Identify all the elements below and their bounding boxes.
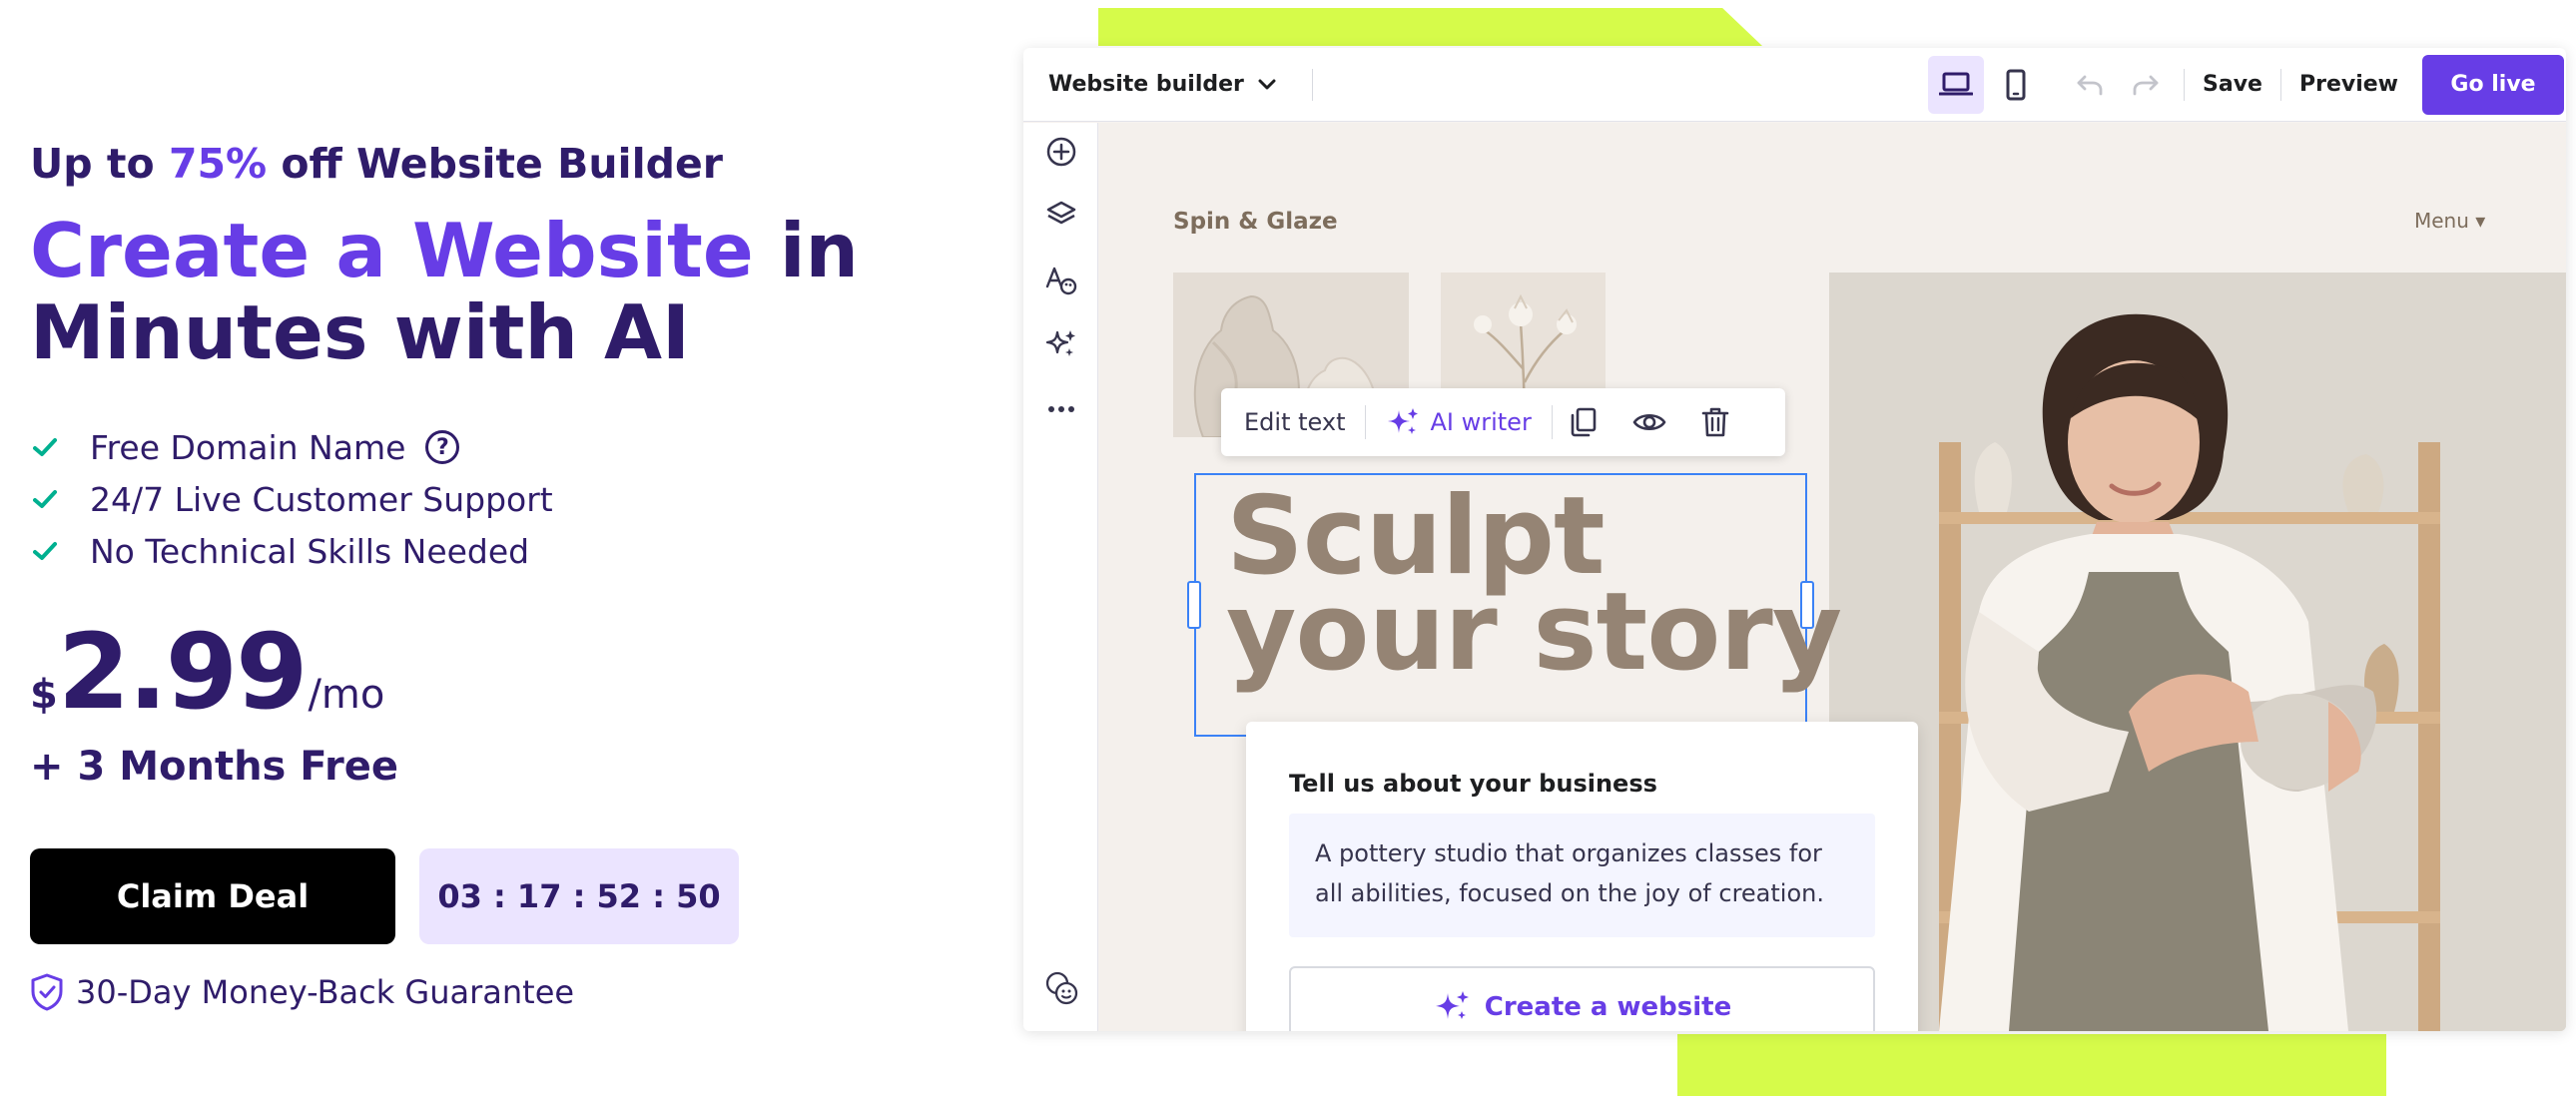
preview-button[interactable]: Preview	[2281, 72, 2416, 97]
selected-heading-block[interactable]: Sculpt your story	[1187, 473, 1842, 737]
redo-icon	[2133, 75, 2159, 95]
editor-topbar: Website builder Save Preview Go live	[1023, 48, 2566, 122]
price-currency: $	[30, 672, 58, 718]
save-button[interactable]: Save	[2185, 72, 2280, 97]
create-website-label: Create a website	[1484, 992, 1732, 1022]
desktop-view-button[interactable]	[1928, 55, 1985, 114]
money-back-guarantee: 30-Day Money-Back Guarantee	[30, 973, 574, 1011]
help-icon[interactable]: ?	[425, 430, 460, 464]
toolbar-divider	[1365, 405, 1367, 439]
price-amount: 2.99	[57, 611, 309, 733]
edit-text-button[interactable]: Edit text	[1244, 408, 1345, 436]
potter-photo[interactable]	[1829, 273, 2566, 1031]
more-options-button[interactable]	[1042, 390, 1080, 428]
layers-icon	[1046, 201, 1076, 225]
check-icon	[30, 432, 60, 462]
headline-part-2: Minutes with AI	[30, 288, 690, 376]
feature-item: Free Domain Name ?	[30, 421, 553, 473]
mobile-view-button[interactable]	[1988, 56, 2044, 114]
promo-section: Up to 75% off Website Builder Create a W…	[30, 0, 929, 1096]
eyebrow-prefix: Up to	[30, 140, 169, 188]
laptop-icon	[1939, 72, 1974, 95]
add-element-button[interactable]	[1042, 133, 1080, 171]
add-icon	[1046, 137, 1076, 167]
undo-icon	[2077, 75, 2103, 95]
check-icon	[30, 484, 60, 514]
visibility-button[interactable]	[1626, 399, 1672, 445]
go-live-button[interactable]: Go live	[2422, 54, 2564, 115]
headline-part-1: in	[753, 207, 859, 294]
editor-sidebar	[1023, 123, 1098, 1031]
hero-heading[interactable]: Sculpt your story	[1226, 483, 1842, 695]
bonus-offer: + 3 Months Free	[30, 744, 399, 790]
check-icon	[30, 536, 60, 566]
hero-heading-line-2: your story	[1226, 570, 1842, 695]
toolbar-divider	[1311, 68, 1313, 101]
feature-label: No Technical Skills Needed	[90, 531, 530, 571]
sparkle-icon	[1435, 991, 1469, 1019]
shield-check-icon	[31, 973, 63, 1011]
guarantee-label: 30-Day Money-Back Guarantee	[76, 973, 575, 1011]
text-edit-toolbar: Edit text AI writer	[1221, 388, 1785, 456]
potter-illustration	[1829, 273, 2566, 1031]
price: $ 2.99 /mo	[30, 617, 384, 727]
accessibility-icon	[1045, 971, 1078, 1005]
ai-tools-button[interactable]	[1042, 325, 1080, 363]
lime-accent-top	[1098, 8, 1762, 46]
business-description-input[interactable]: A pottery studio that organizes classes …	[1289, 814, 1875, 937]
claim-deal-button[interactable]: Claim Deal	[30, 848, 395, 944]
landing-page: Up to 75% off Website Builder Create a W…	[0, 0, 2576, 1096]
resize-handle-right[interactable]	[1800, 581, 1814, 629]
feature-list: Free Domain Name ? 24/7 Live Customer Su…	[30, 421, 553, 577]
sparkle-icon	[1388, 408, 1419, 434]
feature-label: Free Domain Name	[90, 427, 406, 467]
layers-button[interactable]	[1042, 196, 1080, 234]
toolbar-divider	[1551, 405, 1553, 439]
discount-eyebrow: Up to 75% off Website Builder	[30, 140, 723, 188]
countdown-timer: 03 : 17 : 52 : 50	[419, 848, 739, 944]
hero-headline: Create a Website in Minutes with AI	[30, 210, 889, 373]
accessibility-button[interactable]	[1042, 969, 1080, 1007]
site-menu-link[interactable]: Menu ▾	[2414, 209, 2485, 233]
ai-writer-button[interactable]: AI writer	[1386, 406, 1532, 438]
create-website-button[interactable]: Create a website	[1289, 966, 1875, 1031]
site-canvas: Spin & Glaze Menu ▾ Edit text AI writer …	[1099, 123, 2566, 1031]
business-prompt-label: Tell us about your business	[1289, 770, 1657, 798]
ai-tools-icon	[1045, 330, 1075, 356]
copy-icon	[1571, 407, 1597, 437]
business-prompt-card: Tell us about your business A pottery st…	[1246, 722, 1918, 1031]
delete-button[interactable]	[1692, 399, 1738, 445]
undo-button[interactable]	[2062, 56, 2118, 114]
trash-icon	[1701, 407, 1729, 437]
resize-handle-left[interactable]	[1187, 581, 1201, 629]
lime-accent-bottom	[1677, 1034, 2386, 1096]
site-brand[interactable]: Spin & Glaze	[1173, 209, 1338, 235]
website-builder-editor: Website builder Save Preview Go live Spi…	[1023, 48, 2566, 1031]
price-period: /mo	[308, 672, 385, 718]
redo-button[interactable]	[2118, 56, 2174, 114]
builder-dropdown-label: Website builder	[1048, 72, 1244, 97]
mobile-icon	[2006, 69, 2026, 100]
more-icon	[1048, 406, 1074, 412]
styles-button[interactable]	[1042, 261, 1080, 298]
eye-icon	[1632, 413, 1666, 431]
feature-label: 24/7 Live Customer Support	[90, 479, 553, 519]
chevron-down-icon	[1258, 79, 1276, 89]
duplicate-button[interactable]	[1561, 399, 1607, 445]
headline-accent: Create a Website	[30, 207, 754, 294]
styles-icon	[1045, 267, 1077, 295]
ai-writer-label: AI writer	[1430, 408, 1532, 436]
feature-item: 24/7 Live Customer Support	[30, 473, 553, 525]
eyebrow-suffix: off Website Builder	[267, 140, 724, 188]
builder-dropdown[interactable]: Website builder	[1023, 72, 1276, 97]
discount-percent: 75%	[168, 140, 268, 188]
feature-item: No Technical Skills Needed	[30, 525, 553, 577]
